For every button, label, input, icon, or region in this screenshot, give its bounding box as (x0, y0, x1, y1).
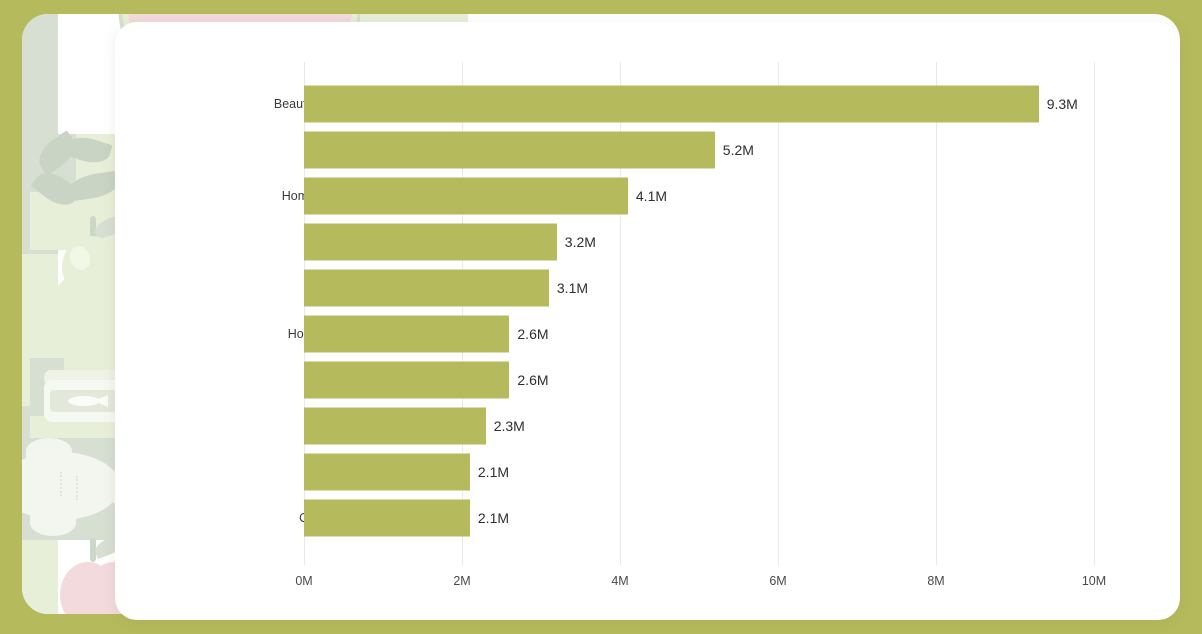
bar-value-label: 3.1M (556, 280, 589, 296)
chart-card: 0M 2M 4M 6M 8M 10M Beauty & Personal Care9.3MP… (115, 22, 1180, 620)
bar-row[interactable]: Household Essentials2.6M (115, 311, 1180, 357)
bar[interactable] (304, 131, 715, 169)
fish-illustration (76, 476, 82, 500)
x-axis-tick-label: 0M (295, 574, 313, 588)
bar-value-label: 4.1M (635, 188, 668, 204)
bar-value-label: 9.3M (1046, 96, 1078, 112)
bar-value-label: 2.1M (477, 510, 510, 526)
x-axis-tick-label: 8M (927, 574, 945, 588)
screenshot-root: 0M 2M 4M 6M 8M 10M Beauty & Personal Care9.3MP… (0, 0, 1202, 634)
bar-value-label: 2.3M (493, 418, 525, 434)
bar-row[interactable]: Health & Nutrition3.2M (115, 219, 1180, 265)
bar-row[interactable]: Office & Electronics2.1M (115, 495, 1180, 541)
fish-illustration (26, 438, 72, 464)
x-axis-tick-label: 4M (611, 574, 629, 588)
bar-row[interactable]: Beverages2.3M (115, 403, 1180, 449)
bar-value-label: 2.1M (477, 464, 510, 480)
bar[interactable] (304, 315, 510, 353)
decor-tile (22, 14, 58, 76)
bar[interactable] (304, 177, 628, 215)
bar-value-label: 2.6M (517, 326, 549, 342)
x-axis-tick-label: 2M (453, 574, 471, 588)
bar-row[interactable]: Beauty & Personal Care9.3M (115, 81, 1180, 127)
bar-row[interactable]: Kitchen & Dining2.1M (115, 449, 1180, 495)
x-axis-tick-label: 6M (769, 574, 787, 588)
bar[interactable] (304, 407, 486, 445)
x-axis-tick-label: 10M (1081, 574, 1107, 588)
bar[interactable] (304, 85, 1039, 123)
bar[interactable] (304, 453, 470, 491)
bar-value-label: 3.2M (564, 234, 596, 250)
bar-row[interactable]: Pantry5.2M (115, 127, 1180, 173)
bar[interactable] (304, 223, 557, 261)
bar[interactable] (304, 269, 549, 307)
bar[interactable] (304, 499, 470, 537)
decor-tile (30, 540, 52, 614)
bar-chart-plot: 0M 2M 4M 6M 8M 10M Beauty & Personal Care9.3MP… (115, 22, 1180, 620)
fish-illustration (60, 472, 66, 496)
bar-value-label: 2.6M (517, 372, 549, 388)
bar-row[interactable]: Home, Garden & Tools4.1M (115, 173, 1180, 219)
bar-row[interactable]: Snacks & Candy2.6M (115, 357, 1180, 403)
bar[interactable] (304, 361, 510, 399)
fish-illustration (30, 510, 76, 536)
bar-row[interactable]: Celebrations3.1M (115, 265, 1180, 311)
bar-value-label: 5.2M (722, 142, 754, 158)
